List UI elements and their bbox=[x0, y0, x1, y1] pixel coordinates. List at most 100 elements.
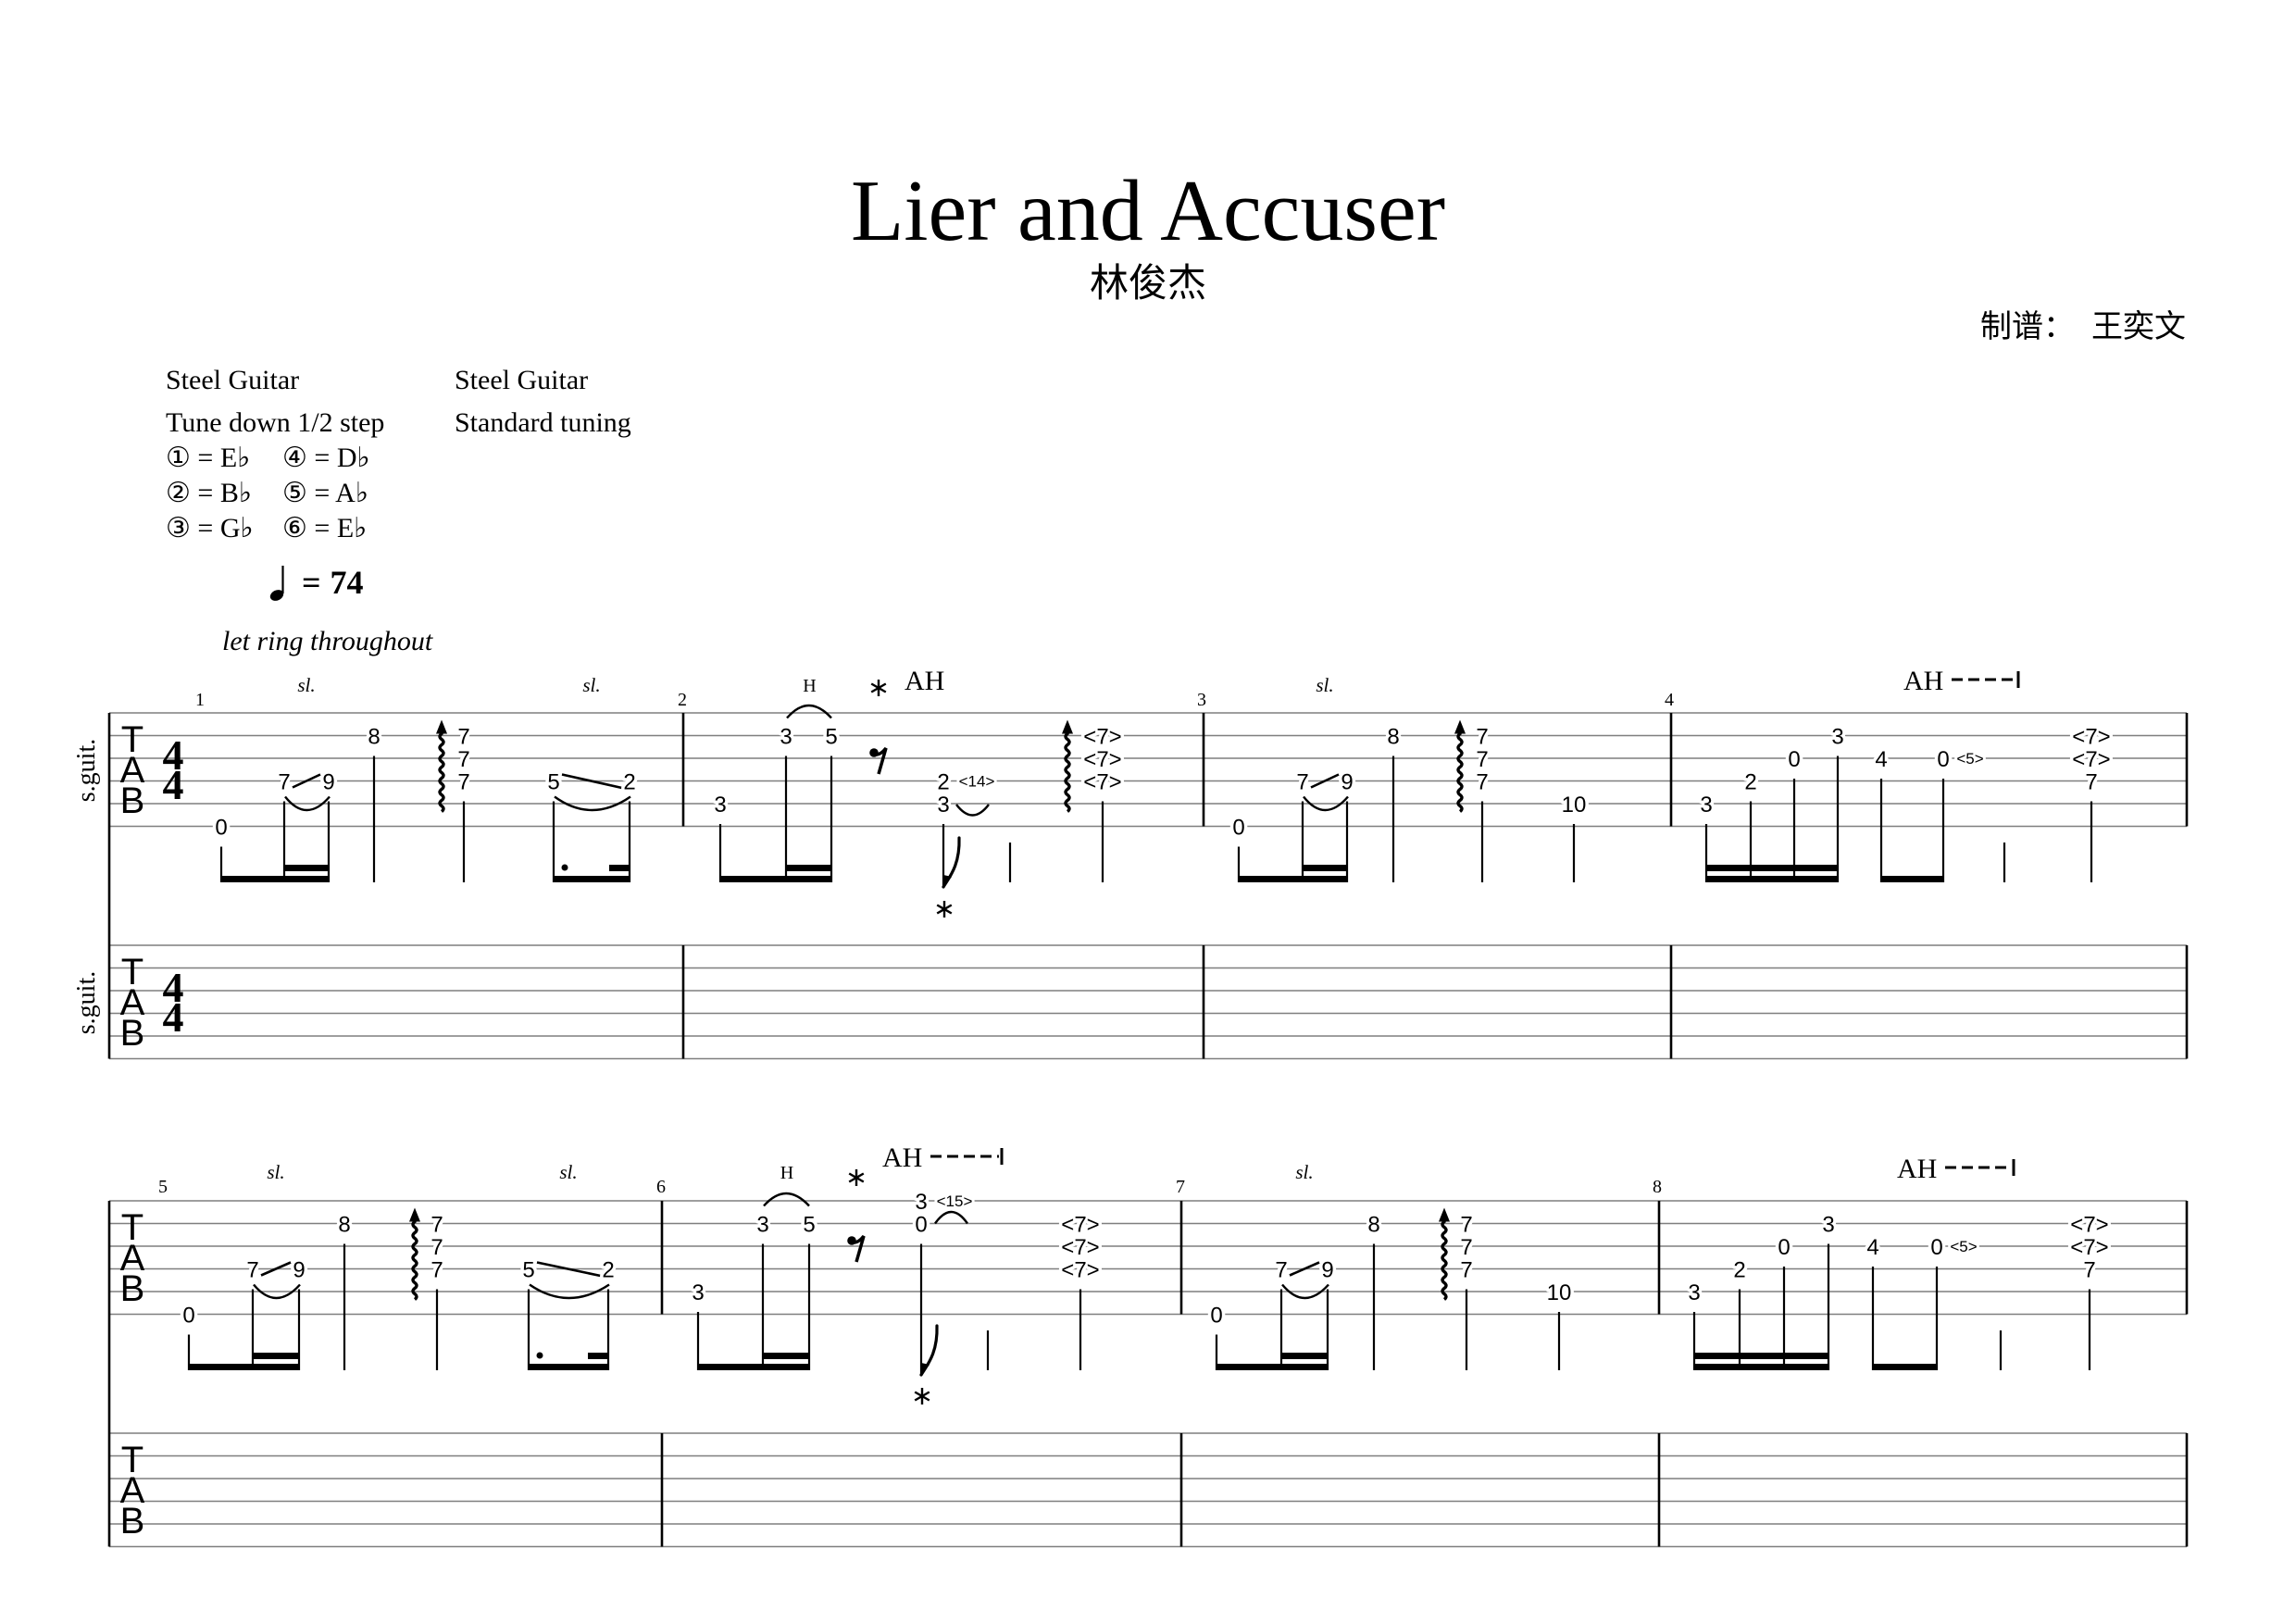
fret-number: 3 bbox=[1700, 793, 1712, 818]
score-page: T A B 4 4 s.guit. T A B 4 4 s.guit. 1 0 7 sl. 9 8 7 7 7 5 sl. 2… bbox=[0, 0, 2296, 1623]
harmonic-star-below-icon bbox=[914, 1388, 930, 1405]
slide-label: sl. bbox=[1295, 1161, 1313, 1183]
fret-number: 7 bbox=[1296, 770, 1308, 795]
beam-secondary bbox=[1693, 1353, 1829, 1359]
beam-secondary-stub bbox=[609, 865, 630, 871]
measure-number: 1 bbox=[195, 690, 205, 710]
beam-group bbox=[1880, 876, 1944, 882]
fret-number: 2 bbox=[602, 1258, 614, 1283]
arpeggio-up-arrow-icon bbox=[409, 1207, 420, 1301]
measure-number: 6 bbox=[656, 1177, 666, 1197]
tab-clef-letter: B bbox=[120, 1501, 145, 1542]
string-tuning: ② = B♭ bbox=[166, 478, 252, 508]
arpeggio-arrowhead bbox=[436, 719, 447, 734]
fret-number: 3 bbox=[937, 793, 949, 818]
tab-staff-guitar-2: TAB bbox=[109, 1432, 2189, 1548]
fret-number: 0 bbox=[1788, 747, 1800, 772]
beam-primary bbox=[220, 876, 330, 882]
transcriber-label: 制谱： bbox=[1980, 310, 2075, 344]
ah-label: AH bbox=[1897, 1154, 1937, 1184]
arpeggio-up-arrow-icon bbox=[1439, 1207, 1450, 1301]
augmentation-dot bbox=[536, 1352, 543, 1359]
measure-6: 633H53 <15>0 <7><7><7>AH bbox=[656, 1142, 1103, 1405]
fret-number: 7 bbox=[1476, 747, 1488, 772]
measure-number: 7 bbox=[1176, 1177, 1185, 1197]
tab-staff-guitar-1: TAB44s.guit. bbox=[72, 712, 2189, 828]
beam-primary bbox=[1238, 876, 1348, 882]
beam-secondary bbox=[1280, 1353, 1329, 1359]
tuning-description: Tune down 1/2 step bbox=[166, 407, 385, 438]
eighth-rest-icon bbox=[847, 1234, 866, 1263]
beam-secondary bbox=[762, 1353, 810, 1359]
measure-number: 8 bbox=[1653, 1177, 1662, 1197]
transcriber-credit: 制谱： 王奕文 bbox=[1980, 312, 2186, 343]
beam-group bbox=[697, 1353, 810, 1370]
song-title: Lier and Accuser bbox=[850, 163, 1446, 259]
arpeggio-arrowhead bbox=[409, 1207, 420, 1222]
fret-number: 7 bbox=[2083, 1258, 2095, 1283]
beam-group bbox=[220, 865, 330, 882]
slide-label: sl. bbox=[559, 1161, 577, 1183]
tie-arc bbox=[934, 1210, 968, 1225]
fret-number: 2 bbox=[623, 770, 635, 795]
tempo-equals: = bbox=[302, 564, 321, 601]
measure-2: 233H52 <14>3<7><7><7>AH bbox=[678, 666, 1125, 918]
artificial-harmonic-annotation: AH bbox=[1903, 666, 2020, 696]
beam-primary bbox=[528, 1364, 609, 1370]
fret-number: 0 bbox=[915, 1213, 927, 1238]
fret-number: 7 bbox=[1476, 725, 1488, 750]
string-tuning: ④ = D♭ bbox=[282, 443, 370, 473]
slide-label: sl. bbox=[267, 1161, 284, 1183]
harmonic-star-below-icon bbox=[936, 901, 953, 918]
harmonic-star-icon bbox=[848, 1169, 865, 1186]
measure-8: 832034 0 <5><7><7>7AH bbox=[1653, 1154, 2112, 1370]
fret-number: 7 bbox=[430, 1213, 443, 1238]
tab-staff-guitar-2: TAB44s.guit. bbox=[72, 944, 2189, 1060]
string-tuning: ③ = G♭ bbox=[166, 513, 254, 543]
harmonic-star-icon bbox=[870, 680, 887, 696]
fret-number: 0 bbox=[215, 816, 227, 841]
eighth-rest-icon bbox=[869, 746, 888, 775]
fret-number: <7> bbox=[1083, 747, 1121, 772]
hammer-on-label: H bbox=[803, 676, 816, 696]
beam-secondary bbox=[1705, 865, 1839, 871]
fret-number: <7> bbox=[1061, 1213, 1099, 1238]
slide-label: sl. bbox=[297, 674, 315, 696]
arpeggio-wave bbox=[1441, 1220, 1448, 1301]
fret-number: 4 bbox=[1875, 747, 1887, 772]
fret-number: 7 bbox=[1460, 1258, 1472, 1283]
beam-primary bbox=[1872, 1364, 1938, 1370]
fret-number: 0 bbox=[182, 1304, 194, 1329]
fret-number: 7 bbox=[430, 1258, 443, 1283]
beam-group bbox=[719, 865, 832, 882]
fret-number: 0 bbox=[1930, 1235, 1942, 1260]
slide-label: sl. bbox=[582, 674, 600, 696]
fret-number: 2 bbox=[1733, 1258, 1745, 1283]
fret-number: 9 bbox=[293, 1258, 305, 1283]
beam-primary bbox=[1693, 1364, 1829, 1370]
fret-number: <7> bbox=[2072, 725, 2110, 750]
fret-number: 0 bbox=[1937, 747, 1949, 772]
tuning-description: Standard tuning bbox=[455, 407, 631, 438]
beam-primary bbox=[553, 876, 630, 882]
slide-label: sl. bbox=[1316, 674, 1333, 696]
ah-label: AH bbox=[905, 666, 944, 696]
measure-number: 4 bbox=[1665, 690, 1674, 710]
fret-number: 7 bbox=[457, 747, 469, 772]
beam-primary bbox=[188, 1364, 300, 1370]
track-label: s.guit. bbox=[72, 739, 101, 802]
fret-number: <7> bbox=[1083, 725, 1121, 750]
measure-4: 432034 0 <5><7><7>7AH bbox=[1665, 666, 2114, 882]
hammer-on-arc bbox=[786, 704, 832, 719]
fret-number: 10 bbox=[1562, 793, 1587, 818]
beam-primary bbox=[1216, 1364, 1329, 1370]
beam-secondary-stub bbox=[588, 1353, 609, 1359]
measure-5: 507sl.98 777 5sl.2 bbox=[158, 1161, 618, 1370]
beam-secondary bbox=[1302, 865, 1348, 871]
fret-number: 3 bbox=[756, 1213, 768, 1238]
fret-number: <7> bbox=[2072, 747, 2110, 772]
fret-number: 7 bbox=[246, 1258, 258, 1283]
string-tuning: ① = E♭ bbox=[166, 443, 251, 473]
artificial-harmonic-annotation: AH bbox=[870, 666, 944, 696]
fret-number: <7> bbox=[1083, 770, 1121, 795]
